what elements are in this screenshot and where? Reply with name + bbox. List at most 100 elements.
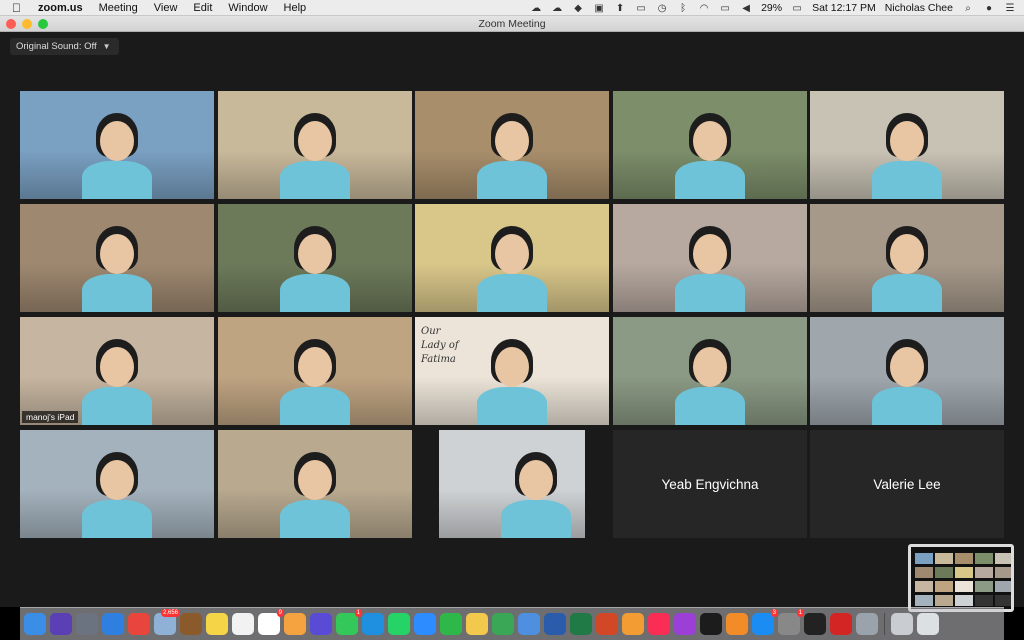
app-store-icon[interactable]: 3 [752,609,778,635]
time-machine-icon[interactable]: ◷ [656,3,668,14]
books-icon[interactable] [726,613,748,635]
finder-icon[interactable] [24,613,46,635]
participant-video-tile[interactable] [613,317,807,425]
participant-video-tile[interactable] [20,204,214,312]
keynote-icon[interactable] [518,613,540,635]
participant-video-tile[interactable] [439,430,585,538]
participant-video-tile[interactable] [810,91,1004,199]
person-face [100,347,134,387]
person-face [495,121,529,161]
messages-icon[interactable]: 1 [336,609,362,635]
original-sound-button[interactable]: Original Sound: Off ▼ [10,38,119,55]
launchpad-icon[interactable] [76,613,98,635]
preview-icon[interactable]: 2,656 [154,609,180,635]
dock-separator [884,613,885,635]
user-name[interactable]: Nicholas Chee [885,2,953,14]
person-silhouette [675,274,745,312]
mini-tile [975,553,993,564]
battery-icon[interactable]: ▭ [791,3,803,14]
word-icon[interactable] [544,613,566,635]
participant-video-tile[interactable] [218,204,412,312]
mini-tile [995,595,1011,606]
notes-icon[interactable] [206,613,228,635]
safari-icon[interactable] [102,613,124,635]
menu-view[interactable]: View [154,2,178,14]
participant-video-tile[interactable] [20,91,214,199]
notes-brown-icon[interactable] [180,613,202,635]
fatima-sign-text: Our Lady of Fatima [421,326,459,365]
reminders-icon[interactable] [232,613,254,635]
mini-tile [935,595,953,606]
dropbox-icon[interactable]: ◆ [572,3,584,14]
participant-video-tile[interactable] [415,204,609,312]
wifi-icon[interactable]: ◠ [698,3,710,14]
spotlight-search-icon[interactable]: ⌕ [962,3,974,14]
music-icon[interactable] [648,613,670,635]
chrome-icon[interactable] [128,613,150,635]
upload-icon[interactable]: ⬆ [614,3,626,14]
volume-icon[interactable]: ◀ [740,3,752,14]
star-app-icon[interactable] [310,613,332,635]
siri-icon[interactable] [50,613,72,635]
pages-icon[interactable] [622,613,644,635]
zoom-icon[interactable] [414,613,436,635]
person-silhouette [82,387,152,425]
participant-video-tile[interactable] [218,91,412,199]
trash-icon[interactable] [917,613,939,635]
person-silhouette [872,387,942,425]
apple-tv-icon[interactable] [700,613,722,635]
downloads-stack-icon[interactable] [891,613,913,635]
participant-video-tile[interactable]: Yeab Engvichna [613,430,807,538]
menu-meeting[interactable]: Meeting [99,2,138,14]
system-preferences-icon[interactable]: 1 [778,609,804,635]
airplay-icon[interactable]: ▭ [635,3,647,14]
person-face [298,234,332,274]
powerpoint-icon[interactable] [596,613,618,635]
participant-video-tile[interactable] [20,430,214,538]
display-icon[interactable]: ▭ [719,3,731,14]
acrobat-icon[interactable] [830,613,852,635]
facetime-icon[interactable] [440,613,462,635]
person-face [890,234,924,274]
skype-icon[interactable] [362,613,384,635]
menu-bar:  zoom.us Meeting View Edit Window Help … [0,0,1024,16]
cloud-icon[interactable]: ☁ [530,3,542,14]
menu-app-name[interactable]: zoom.us [38,2,83,14]
self-view-thumbnail[interactable] [908,544,1014,612]
mini-tile [995,567,1011,578]
participant-video-tile[interactable]: Valerie Lee [810,430,1004,538]
activity-monitor-icon[interactable] [804,613,826,635]
participant-video-tile[interactable] [613,91,807,199]
dashlane-icon[interactable]: ▣ [593,3,605,14]
participant-video-tile[interactable] [415,91,609,199]
participant-video-tile[interactable] [810,317,1004,425]
numbers-icon[interactable] [492,613,514,635]
participant-video-tile[interactable] [218,430,412,538]
bluetooth-icon[interactable]: ᛒ [677,3,689,14]
participant-video-tile[interactable] [613,204,807,312]
photos-icon[interactable] [284,613,306,635]
podcasts-icon[interactable] [674,613,696,635]
siri-menu-icon[interactable]: ● [983,3,995,14]
calendar-icon[interactable]: 9 [258,609,284,635]
excel-icon[interactable] [570,613,592,635]
apple-menu-icon[interactable]:  [12,1,26,15]
menu-window[interactable]: Window [228,2,267,14]
person-face [100,460,134,500]
notification-center-icon[interactable]: ☰ [1004,3,1016,14]
mini-tile [975,581,993,592]
whatsapp-icon[interactable] [388,613,410,635]
menu-edit[interactable]: Edit [193,2,212,14]
dock: 2,656 9 1 3 1 [20,607,1004,640]
participant-video-tile[interactable] [218,317,412,425]
screenshot-icon[interactable] [856,613,878,635]
clock[interactable]: Sat 12:17 PM [812,2,876,14]
sheets-icon[interactable] [466,613,488,635]
participant-video-tile[interactable]: Our Lady of Fatima [415,317,609,425]
mini-tile [955,567,973,578]
menu-help[interactable]: Help [284,2,307,14]
participant-video-tile[interactable] [810,204,1004,312]
participant-video-tile[interactable]: manoj's iPad [20,317,214,425]
cloud-sync-icon[interactable]: ☁ [551,3,563,14]
window-titlebar: Zoom Meeting [0,16,1024,32]
